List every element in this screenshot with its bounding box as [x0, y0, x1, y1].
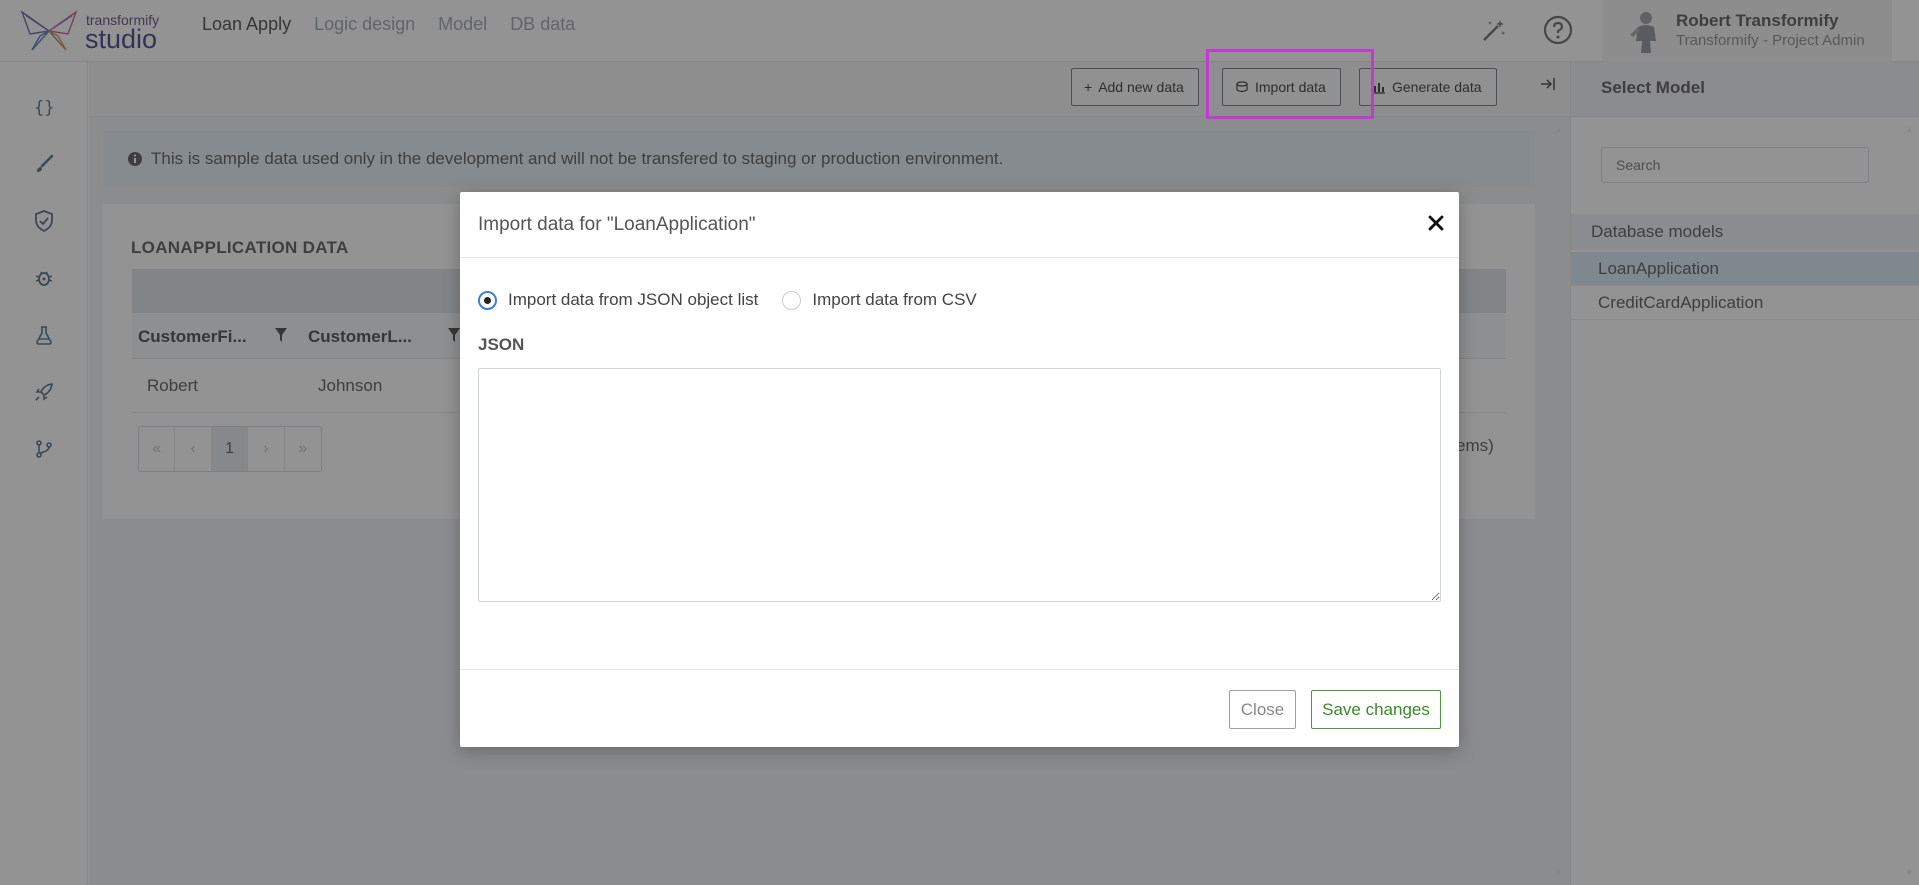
- radio-csv[interactable]: [782, 290, 802, 310]
- radio-json-label[interactable]: Import data from JSON object list: [508, 290, 758, 310]
- import-data-dialog: Import data for "LoanApplication" Import…: [460, 192, 1459, 747]
- json-field-label: JSON: [478, 335, 525, 354]
- close-icon[interactable]: [1425, 212, 1447, 234]
- dialog-title: Import data for "LoanApplication": [478, 214, 756, 235]
- json-textarea[interactable]: [478, 368, 1441, 602]
- import-format-options: Import data from JSON object list Import…: [478, 290, 1001, 310]
- radio-json[interactable]: [478, 290, 497, 310]
- dialog-header: Import data for "LoanApplication": [460, 192, 1459, 258]
- scroll-up-arrow[interactable]: ▲: [1905, 124, 1914, 134]
- radio-csv-label[interactable]: Import data from CSV: [812, 290, 976, 310]
- scroll-down-arrow[interactable]: ▼: [1554, 867, 1563, 877]
- scroll-down-arrow[interactable]: ▼: [1905, 867, 1914, 877]
- dialog-footer: Close Save changes: [460, 669, 1459, 747]
- collapse-panel-icon[interactable]: [1538, 74, 1558, 94]
- import-button-highlight: [1206, 49, 1374, 119]
- close-button[interactable]: Close: [1229, 690, 1296, 729]
- scroll-up-arrow[interactable]: ▲: [1554, 124, 1563, 134]
- save-changes-button[interactable]: Save changes: [1311, 690, 1441, 729]
